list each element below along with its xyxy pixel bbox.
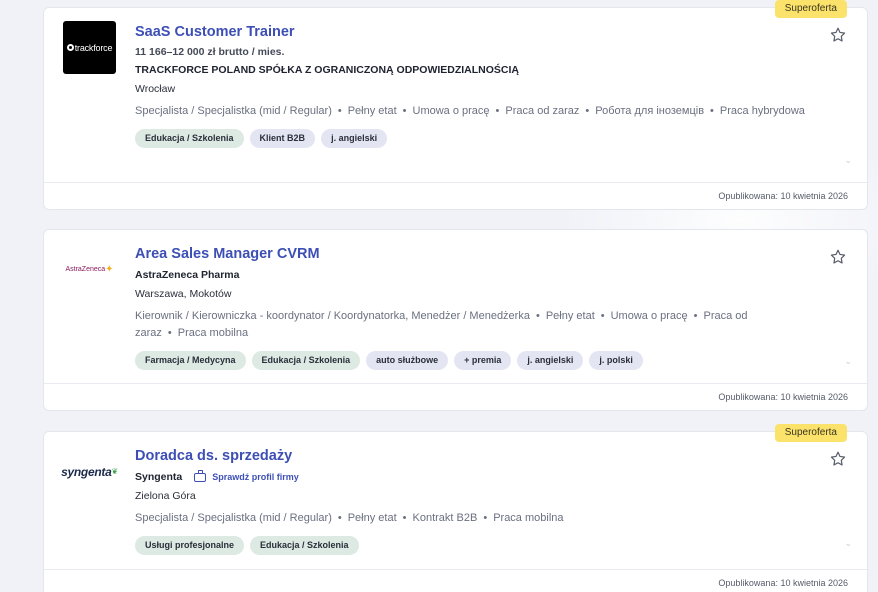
chevron-down-icon[interactable]: ⌄ bbox=[844, 538, 852, 549]
star-icon[interactable] bbox=[829, 26, 847, 44]
company-logo[interactable]: trackforce bbox=[63, 21, 116, 74]
tag-chips: Edukacja / Szkolenia Klient B2B j. angie… bbox=[135, 129, 807, 148]
published-date: Opublikowana: 10 kwietnia 2026 bbox=[44, 182, 867, 209]
briefcase-icon bbox=[194, 469, 207, 482]
location: Warszawa, Mokotów bbox=[135, 288, 232, 300]
company-name: AstraZeneca Pharma bbox=[135, 269, 240, 281]
superoferta-badge: Superoferta bbox=[774, 0, 847, 18]
chip: auto służbowe bbox=[366, 351, 449, 370]
chip: Klient B2B bbox=[249, 129, 316, 148]
location: Wrocław bbox=[135, 83, 176, 95]
star-icon[interactable] bbox=[829, 450, 847, 468]
company-profile-link[interactable]: Sprawdź profil firmy bbox=[194, 469, 299, 482]
location: Zielona Góra bbox=[135, 490, 196, 502]
chip: j. angielski bbox=[517, 351, 584, 370]
chip: + premia bbox=[454, 351, 512, 370]
company-row: Syngenta Sprawdź profil firmy bbox=[135, 469, 807, 483]
chip: Usługi profesjonalne bbox=[135, 536, 245, 555]
chip: j. angielski bbox=[321, 129, 388, 148]
tag-chips: Farmacja / Medycyna Edukacja / Szkolenia… bbox=[135, 351, 807, 370]
astrazeneca-logo-mark: ✦ bbox=[105, 264, 114, 275]
superoferta-badge: Superoferta bbox=[774, 424, 847, 442]
trackforce-logo-mark bbox=[66, 44, 74, 51]
job-title[interactable]: Doradca ds. sprzedaży bbox=[135, 447, 807, 465]
job-title[interactable]: Area Sales Manager CVRM bbox=[135, 245, 807, 263]
chip: j. polski bbox=[589, 351, 643, 370]
chip: Edukacja / Szkolenia bbox=[135, 129, 244, 148]
chevron-down-icon[interactable]: ⌄ bbox=[844, 155, 852, 166]
company-name: TRACKFORCE POLAND SPÓŁKA Z OGRANICZONĄ O… bbox=[135, 64, 520, 76]
company-logo[interactable]: AstraZeneca ✦ bbox=[63, 243, 116, 296]
chip: Edukacja / Szkolenia bbox=[251, 351, 361, 370]
job-card[interactable]: AstraZeneca ✦ Area Sales Manager CVRM Ast… bbox=[43, 229, 868, 411]
job-details: Specjalista / Specjalistka (mid / Regula… bbox=[135, 512, 564, 524]
job-card[interactable]: Superoferta trackforce SaaS Customer Tra… bbox=[43, 0, 868, 210]
company-name: Syngenta bbox=[135, 471, 183, 483]
job-title[interactable]: SaaS Customer Trainer bbox=[135, 23, 807, 41]
job-details: Specjalista / Specjalistka (mid / Regula… bbox=[135, 105, 805, 117]
star-icon[interactable] bbox=[829, 248, 847, 266]
chip: Edukacja / Szkolenia bbox=[250, 536, 359, 555]
published-date: Opublikowana: 10 kwietnia 2026 bbox=[44, 569, 867, 592]
syngenta-logo-mark: ❦ bbox=[111, 467, 118, 476]
tag-chips: Usługi profesjonalne Edukacja / Szkoleni… bbox=[135, 536, 807, 555]
job-details: Kierownik / Kierowniczka - koordynator /… bbox=[135, 310, 748, 339]
chevron-down-icon[interactable]: ⌄ bbox=[844, 356, 852, 367]
published-date: Opublikowana: 10 kwietnia 2026 bbox=[44, 383, 867, 410]
company-logo[interactable]: syngenta ❦ bbox=[61, 445, 118, 498]
chip: Farmacja / Medycyna bbox=[135, 351, 246, 370]
salary: 11 166–12 000 zł brutto / mies. bbox=[135, 46, 285, 58]
job-card[interactable]: Superoferta syngenta ❦ Doradca ds. sprzed… bbox=[43, 424, 868, 592]
